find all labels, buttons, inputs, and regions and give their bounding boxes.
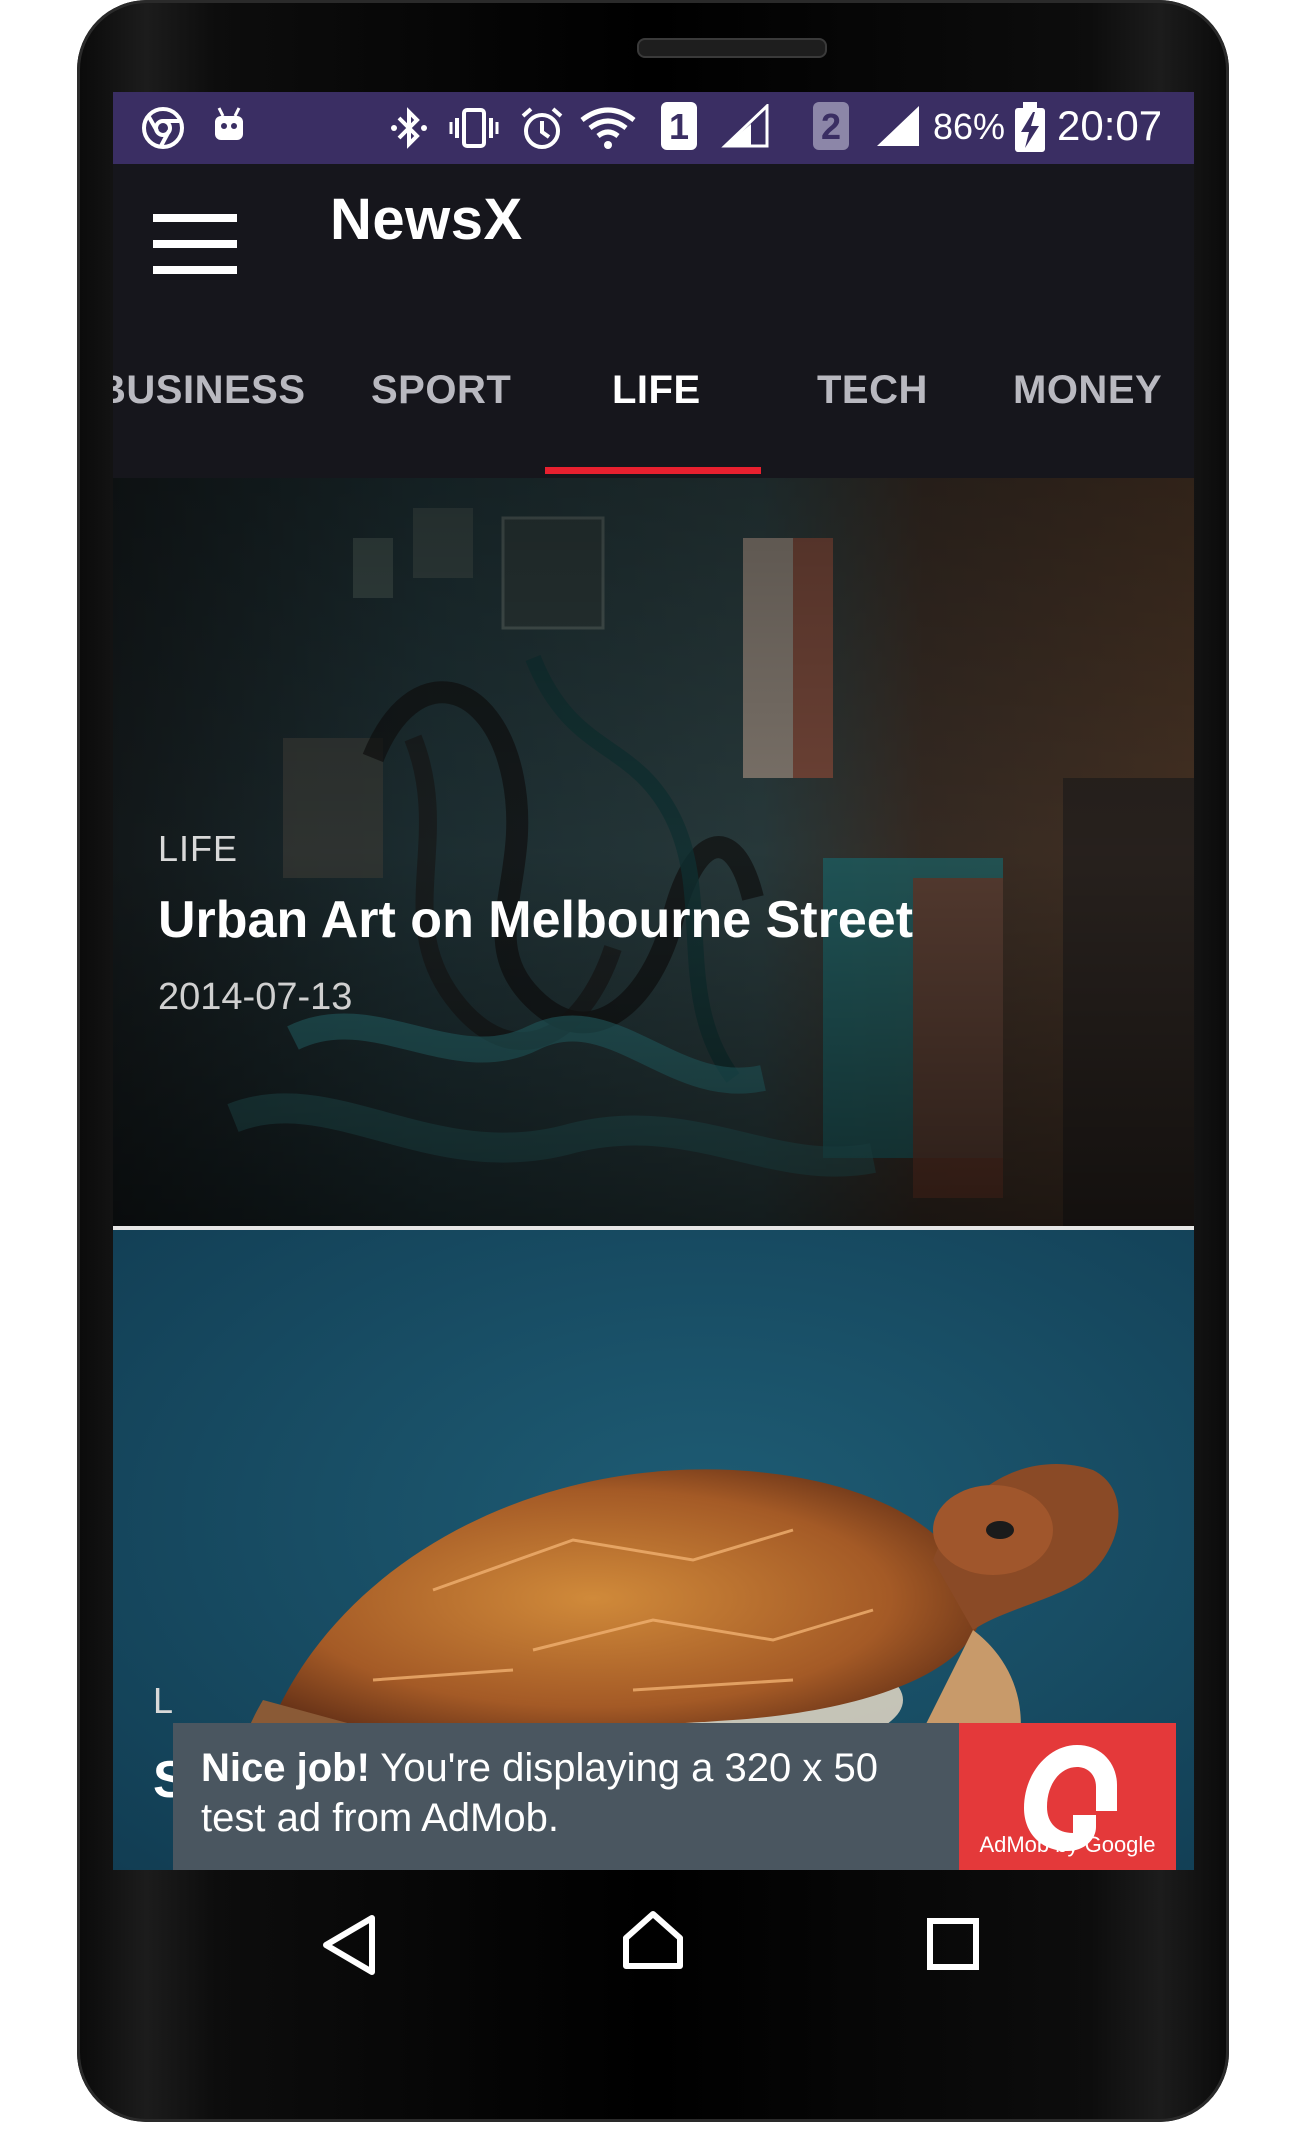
alarm-icon	[521, 107, 563, 149]
tab-sport[interactable]: SPORT	[371, 368, 511, 413]
tab-life[interactable]: LIFE	[612, 368, 701, 413]
chrome-icon	[142, 107, 184, 149]
ad-message: Nice job! You're displaying a 320 x 50 t…	[201, 1743, 901, 1843]
status-bar: 1 2 86% 20:07	[113, 92, 1194, 164]
article-card[interactable]: LIFE Urban Art on Melbourne Street 2014-…	[113, 478, 1194, 1226]
sim1-icon: 1	[661, 102, 697, 150]
active-tab-indicator	[545, 467, 761, 474]
admob-brand-text: AdMob by Google	[979, 1832, 1156, 1857]
clock: 20:07	[1057, 102, 1163, 149]
article-category: L	[153, 1680, 175, 1721]
article-category: LIFE	[158, 828, 239, 869]
app-title: NewsX	[330, 187, 523, 252]
ad-bold-text: Nice job!	[201, 1746, 370, 1790]
sim2-label: 2	[820, 106, 842, 147]
tab-tech[interactable]: TECH	[817, 368, 928, 413]
app-toolbar: NewsX	[113, 164, 1194, 326]
sim2-icon: 2	[813, 102, 849, 150]
article-date: 2014-07-13	[158, 976, 353, 1018]
vibrate-icon	[449, 108, 499, 148]
tab-business[interactable]: BUSINESS	[113, 368, 306, 413]
android-icon	[215, 107, 243, 140]
recents-icon[interactable]	[925, 1916, 981, 1972]
wifi-icon	[580, 107, 636, 149]
back-icon[interactable]	[320, 1912, 378, 1978]
ad-banner[interactable]: Nice job! You're displaying a 320 x 50 t…	[173, 1723, 1176, 1870]
signal-icon	[721, 104, 769, 148]
tab-money[interactable]: MONEY	[1013, 368, 1162, 413]
bluetooth-icon	[391, 107, 427, 149]
signal-icon	[877, 106, 919, 146]
hamburger-menu-icon[interactable]	[153, 214, 237, 274]
sim1-label: 1	[668, 106, 690, 147]
app-screen: 1 2 86% 20:07 NewsX BUSINESS SPORT LIFE …	[113, 92, 1194, 1870]
battery-charging-icon	[1015, 102, 1045, 152]
graffiti-wall-photo	[113, 478, 1194, 1226]
admob-logo[interactable]: AdMob by Google	[959, 1723, 1176, 1870]
category-tabs: BUSINESS SPORT LIFE TECH MONEY	[113, 326, 1194, 478]
phone-speaker	[637, 38, 827, 58]
article-title[interactable]: Urban Art on Melbourne Street	[158, 890, 913, 950]
home-icon[interactable]	[620, 1908, 686, 1972]
battery-percent: 86%	[933, 106, 1006, 147]
